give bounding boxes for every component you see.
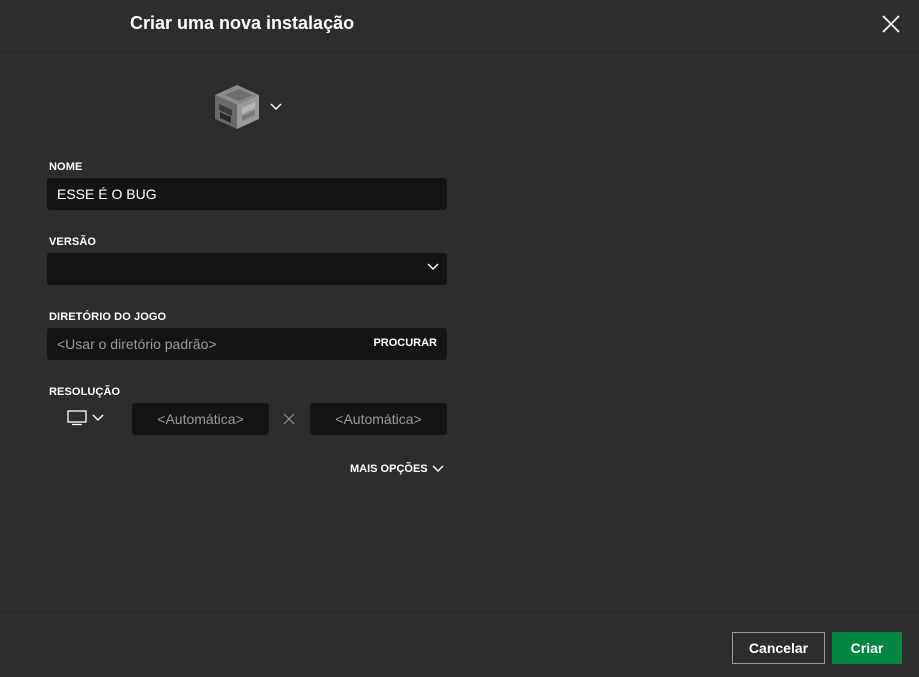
times-icon xyxy=(283,413,295,425)
chevron-down-icon xyxy=(427,263,439,270)
version-select[interactable] xyxy=(47,253,447,285)
resolution-height-field[interactable] xyxy=(310,403,447,435)
dialog-title: Criar uma nova instalação xyxy=(130,13,355,33)
chevron-down-icon xyxy=(432,465,444,472)
more-options-label: MAIS OPÇÕES xyxy=(350,463,428,475)
more-options-toggle[interactable]: MAIS OPÇÕES xyxy=(350,463,444,475)
close-button[interactable] xyxy=(880,13,902,35)
dialog-header: Criar uma nova instalação xyxy=(0,0,919,53)
furnace-icon xyxy=(215,85,259,129)
game-directory-field: PROCURAR xyxy=(47,328,447,360)
installation-icon-picker[interactable] xyxy=(212,82,286,132)
resolution-height-input[interactable] xyxy=(310,403,447,435)
browse-button[interactable]: PROCURAR xyxy=(373,337,437,349)
name-label: NOME xyxy=(49,161,83,173)
name-field[interactable] xyxy=(47,178,447,210)
resolution-width-input[interactable] xyxy=(132,403,269,435)
name-input[interactable] xyxy=(47,178,447,210)
game-directory-label: DIRETÓRIO DO JOGO xyxy=(49,311,167,323)
chevron-down-icon xyxy=(92,414,104,421)
close-icon xyxy=(882,15,900,33)
monitor-icon xyxy=(67,410,87,426)
version-label: VERSÃO xyxy=(49,236,97,248)
resolution-preset-dropdown[interactable] xyxy=(67,410,107,428)
cancel-button[interactable]: Cancelar xyxy=(732,632,825,664)
chevron-down-icon xyxy=(270,103,282,110)
create-button[interactable]: Criar xyxy=(832,632,902,664)
footer-divider xyxy=(0,611,919,612)
resolution-width-field[interactable] xyxy=(132,403,269,435)
game-directory-input[interactable] xyxy=(47,328,357,360)
resolution-label: RESOLUÇÃO xyxy=(49,386,121,398)
